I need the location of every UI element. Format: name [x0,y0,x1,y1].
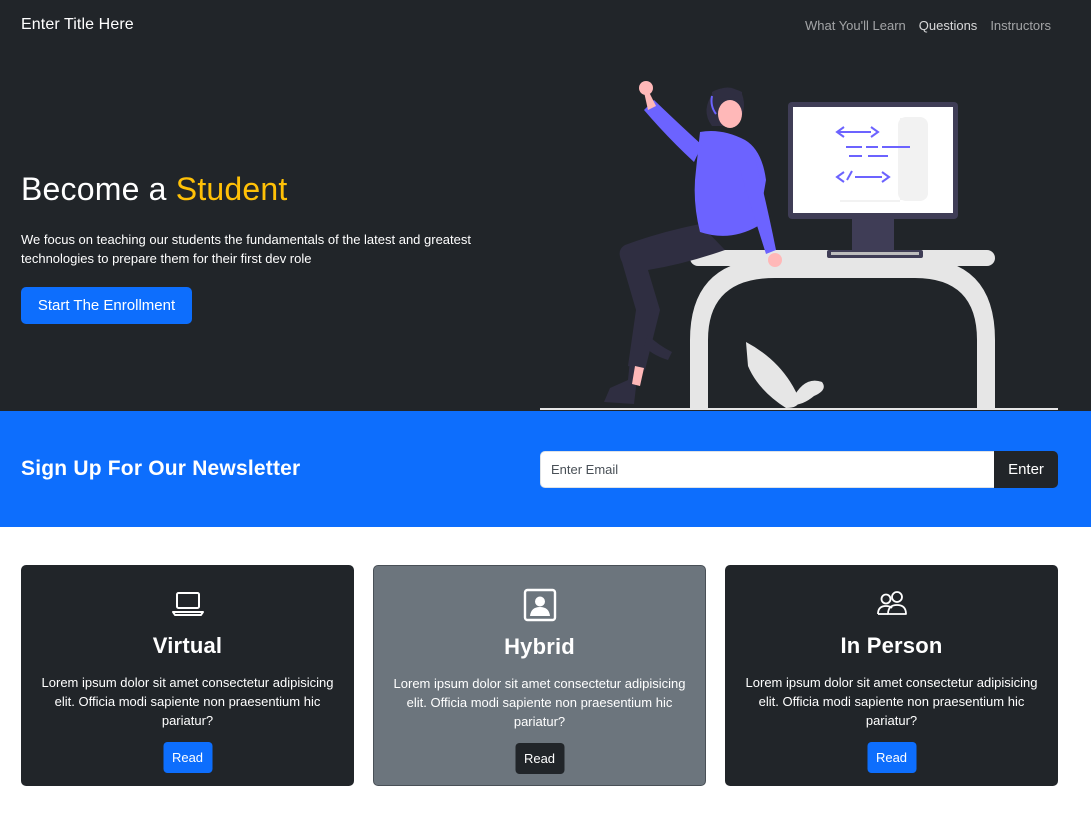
hero-section: Enter Title Here What You'll Learn Quest… [0,0,1091,411]
card-text: Lorem ipsum dolor sit amet consectetur a… [745,675,1038,728]
nav-links: What You'll Learn Questions Instructors [805,18,1051,33]
read-button[interactable]: Read [515,743,564,774]
card-virtual: Virtual Lorem ipsum dolor sit amet conse… [21,565,354,786]
people-icon [876,591,907,615]
card-hybrid: Hybrid Lorem ipsum dolor sit amet consec… [373,565,706,786]
email-input[interactable] [540,451,995,488]
card-text: Lorem ipsum dolor sit amet consectetur a… [41,675,334,728]
hero-title-accent: Student [175,171,288,207]
start-enrollment-button[interactable]: Start The Enrollment [21,287,192,324]
card-title: Virtual [152,633,223,658]
nav-link-instructors[interactable]: Instructors [990,18,1051,33]
card-title: In Person [840,633,943,658]
navbar: Enter Title Here What You'll Learn Quest… [0,0,1091,54]
card-text: Lorem ipsum dolor sit amet consectetur a… [393,676,686,729]
hero-illustration [540,81,1058,410]
card-title: Hybrid [504,634,575,659]
newsletter-submit-button[interactable]: Enter [994,451,1058,488]
brand-title[interactable]: Enter Title Here [21,16,134,34]
read-button[interactable]: Read [867,742,916,773]
hero-description: We focus on teaching our students the fu… [21,232,471,266]
card-in-person: In Person Lorem ipsum dolor sit amet con… [725,565,1058,786]
cards-section: Virtual Lorem ipsum dolor sit amet conse… [0,527,1091,822]
newsletter-section: Sign Up For Our Newsletter Enter [0,411,1091,527]
nav-link-questions[interactable]: Questions [919,18,978,33]
person-badge-icon [523,588,556,622]
hero-title: Become a Student [21,171,288,208]
nav-link-what-youll-learn[interactable]: What You'll Learn [805,18,906,33]
hero-title-prefix: Become a [21,171,176,207]
laptop-icon [171,592,204,616]
newsletter-title: Sign Up For Our Newsletter [21,457,301,480]
read-button[interactable]: Read [163,742,212,773]
